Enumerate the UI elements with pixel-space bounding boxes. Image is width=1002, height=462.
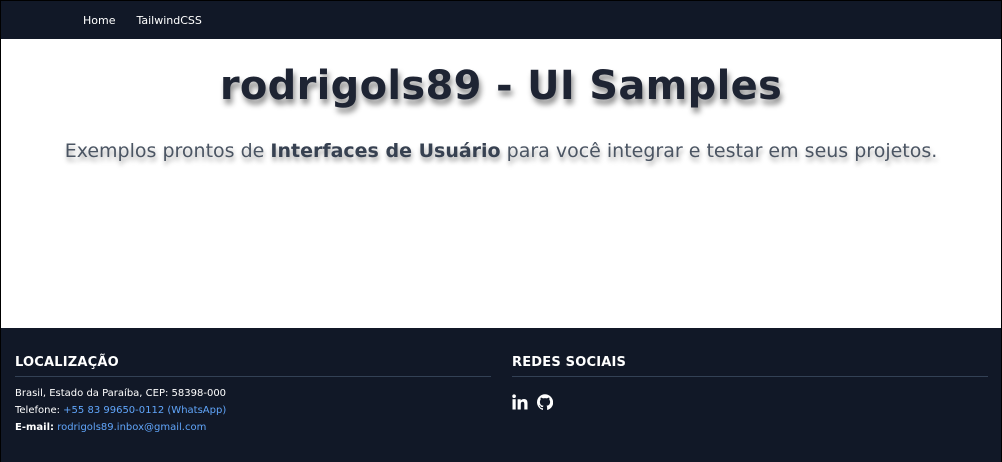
top-navbar: Home TailwindCSS (1, 1, 1001, 39)
subtitle-highlight: Interfaces de Usuário (270, 140, 501, 162)
footer-social-column: REDES SOCIAIS (512, 355, 988, 410)
email-link[interactable]: rodrigols89.inbox@gmail.com (57, 422, 206, 433)
email-label: E-mail: (15, 422, 55, 433)
subtitle-text-after: para você integrar e testar em seus proj… (500, 140, 938, 162)
footer: LOCALIZAÇÃO Brasil, Estado da Paraíba, C… (1, 328, 1001, 462)
page: Home TailwindCSS rodrigols89 - UI Sample… (0, 0, 1002, 462)
github-icon[interactable] (537, 394, 554, 410)
nav-link-tailwindcss[interactable]: TailwindCSS (136, 14, 201, 27)
phone-line: Telefone: +55 83 99650-0112 (WhatsApp) (15, 402, 491, 419)
nav-link-home[interactable]: Home (83, 14, 115, 27)
page-title: rodrigols89 - UI Samples (219, 63, 783, 109)
location-info: Brasil, Estado da Paraíba, CEP: 58398-00… (15, 385, 491, 436)
address-text: Brasil, Estado da Paraíba, CEP: 58398-00… (15, 388, 227, 399)
location-heading: LOCALIZAÇÃO (15, 355, 491, 377)
subtitle-text-before: Exemplos prontos de (64, 140, 271, 162)
linkedin-icon[interactable] (512, 394, 528, 410)
social-icons (512, 394, 988, 410)
hero-section: rodrigols89 - UI Samples Exemplos pronto… (1, 39, 1001, 328)
footer-location-column: LOCALIZAÇÃO Brasil, Estado da Paraíba, C… (15, 355, 491, 436)
phone-label: Telefone: (15, 405, 64, 416)
phone-link[interactable]: +55 83 99650-0112 (WhatsApp) (63, 405, 226, 416)
page-subtitle: Exemplos prontos de Interfaces de Usuári… (1, 140, 1001, 162)
email-line: E-mail: rodrigols89.inbox@gmail.com (15, 419, 491, 436)
social-heading: REDES SOCIAIS (512, 355, 988, 377)
